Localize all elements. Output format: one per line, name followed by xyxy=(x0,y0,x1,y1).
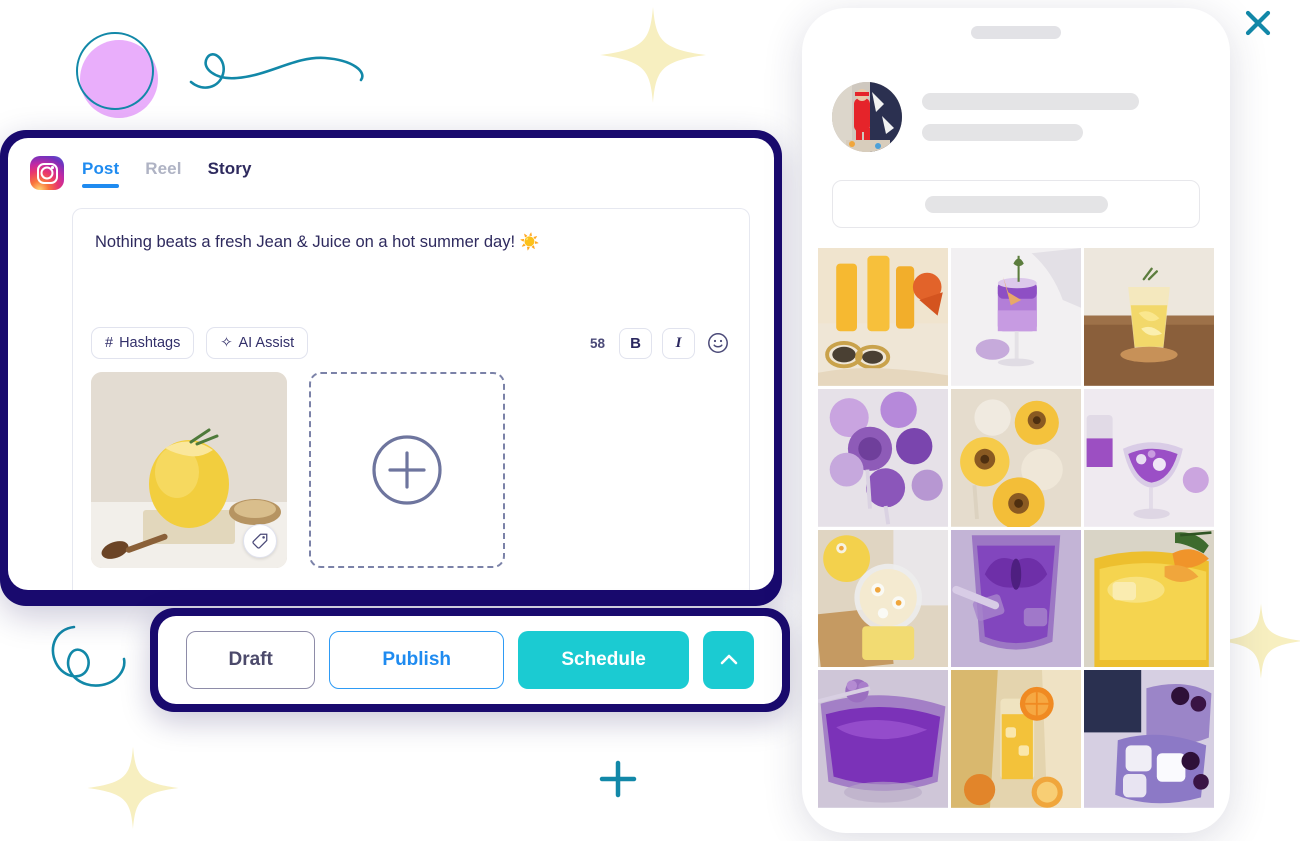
media-thumbnail[interactable] xyxy=(91,372,287,568)
grid-item[interactable] xyxy=(951,529,1081,668)
phone-preview xyxy=(802,8,1230,833)
draft-button[interactable]: Draft xyxy=(186,631,316,689)
hashtags-button[interactable]: # Hashtags xyxy=(91,327,195,359)
sparkle-star-icon xyxy=(85,745,181,836)
post-editor: Nothing beats a fresh Jean & Juice on a … xyxy=(72,208,750,590)
plus-circle-icon xyxy=(372,435,442,505)
skeleton-line xyxy=(924,195,1108,213)
composer-frame: Post Reel Story Nothing beats a fresh Je… xyxy=(0,130,782,606)
skeleton-line xyxy=(922,124,1084,141)
page-root: Post Reel Story Nothing beats a fresh Je… xyxy=(0,0,1300,841)
grid-item[interactable] xyxy=(818,388,948,527)
grid-item[interactable] xyxy=(1084,388,1214,527)
editor-toolbar: # Hashtags ✧ AI Assist 58 B I xyxy=(91,327,731,359)
grid-item[interactable] xyxy=(1084,529,1214,668)
tag-icon[interactable] xyxy=(243,524,277,558)
tab-story[interactable]: Story xyxy=(208,159,252,188)
profile-header xyxy=(818,54,1214,152)
swirl-doodle-icon xyxy=(40,615,150,710)
grid-item[interactable] xyxy=(818,670,948,809)
italic-button[interactable]: I xyxy=(662,327,695,359)
grid-item[interactable] xyxy=(1084,248,1214,386)
skeleton-line xyxy=(922,93,1139,110)
squiggle-line-icon xyxy=(185,40,375,95)
hashtags-label: Hashtags xyxy=(119,335,181,351)
circle-shape-icon xyxy=(80,40,158,118)
plus-icon xyxy=(596,757,640,806)
media-row xyxy=(91,372,505,568)
composer-card: Post Reel Story Nothing beats a fresh Je… xyxy=(8,138,774,590)
instagram-icon xyxy=(30,156,64,190)
grid-item[interactable] xyxy=(818,529,948,668)
close-icon[interactable] xyxy=(1240,5,1276,46)
tab-reel[interactable]: Reel xyxy=(145,159,181,188)
phone-screen xyxy=(818,54,1214,811)
avatar xyxy=(832,82,902,152)
character-count: 58 xyxy=(589,335,605,351)
add-media-button[interactable] xyxy=(309,372,505,568)
ai-assist-label: AI Assist xyxy=(238,335,295,351)
sparkle-star-icon xyxy=(1218,595,1300,692)
grid-item[interactable] xyxy=(951,248,1081,386)
smiley-icon[interactable] xyxy=(705,330,731,356)
chevron-up-icon xyxy=(720,654,737,665)
sun-emoji: ☀️ xyxy=(519,234,540,251)
action-bar: Draft Publish Schedule xyxy=(158,616,782,704)
profile-skeleton xyxy=(922,93,1200,141)
sparkle-star-icon xyxy=(598,5,708,110)
sparkle-icon: ✧ xyxy=(220,335,233,351)
hash-icon: # xyxy=(105,335,114,351)
caption-text[interactable]: Nothing beats a fresh Jean & Juice on a … xyxy=(73,209,749,254)
format-group: 58 B I xyxy=(589,327,731,359)
search-input[interactable] xyxy=(832,180,1200,228)
grid-item[interactable] xyxy=(951,670,1081,809)
grid-item[interactable] xyxy=(951,388,1081,527)
grid-item[interactable] xyxy=(818,248,948,386)
schedule-options-button[interactable] xyxy=(703,631,754,689)
grid-item[interactable] xyxy=(1084,670,1214,809)
circle-outline-icon xyxy=(76,32,154,110)
publish-button[interactable]: Publish xyxy=(329,631,505,689)
caption-body: Nothing beats a fresh Jean & Juice on a … xyxy=(95,233,516,251)
tab-post[interactable]: Post xyxy=(82,159,120,188)
schedule-button[interactable]: Schedule xyxy=(518,631,690,689)
photo-grid xyxy=(818,248,1214,811)
bold-button[interactable]: B xyxy=(619,327,652,359)
chip-group: # Hashtags ✧ AI Assist xyxy=(91,327,309,359)
action-bar-frame: Draft Publish Schedule xyxy=(150,608,790,712)
channel-tabs: Post Reel Story xyxy=(82,159,252,188)
composer-header: Post Reel Story xyxy=(8,138,774,190)
ai-assist-button[interactable]: ✧ AI Assist xyxy=(206,327,309,359)
speaker-bar xyxy=(971,26,1061,39)
